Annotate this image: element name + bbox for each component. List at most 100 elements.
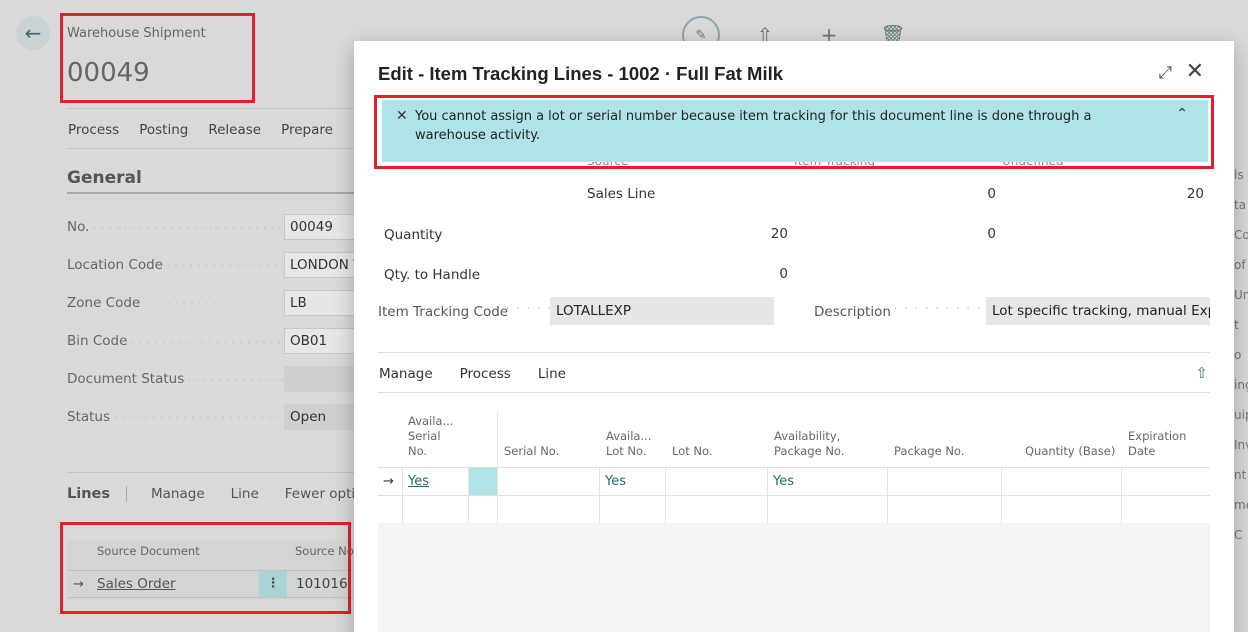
divider (67, 108, 357, 109)
factbox-text: Un (1234, 288, 1248, 302)
factbox-text: ta (1234, 198, 1247, 212)
field-document-status: Document Status (67, 365, 357, 393)
zone-code-field[interactable]: LB (284, 290, 357, 316)
menu-line[interactable]: Line (538, 366, 566, 382)
quantity-base-cell[interactable] (1002, 496, 1122, 523)
lines-menu-line[interactable]: Line (231, 486, 259, 502)
header-line: Serial (408, 429, 441, 443)
header-line: Package No. (774, 444, 845, 458)
header-line: Lot No. (606, 444, 647, 458)
expiration-date-cell[interactable] (1122, 468, 1210, 495)
column-header-quantity-base[interactable]: Quantity (Base) (1025, 444, 1115, 459)
serial-no-cell[interactable] (498, 496, 600, 523)
sales-line-undefined: 20 (1186, 186, 1204, 202)
factbox-text: ing (1234, 378, 1248, 392)
lines-menu-fewer-options[interactable]: Fewer optio (285, 486, 364, 502)
close-icon[interactable]: ✕ (1186, 59, 1204, 84)
column-header-expiration-date[interactable]: Expiration Date (1128, 429, 1186, 459)
share-icon[interactable]: ⇧ (1195, 364, 1208, 382)
column-header-serial-no[interactable]: Serial No. (504, 444, 559, 459)
field-status: Status Open (67, 403, 357, 431)
header-line: Availa... (606, 429, 652, 443)
expiration-date-cell[interactable] (1122, 496, 1210, 523)
section-underline (67, 192, 357, 194)
column-header-package-no[interactable]: Package No. (894, 444, 964, 459)
header-line: No. (408, 444, 428, 458)
package-no-cell[interactable] (888, 468, 1002, 495)
highlight-box-message (374, 95, 1214, 169)
factbox-text: t o (1234, 318, 1242, 362)
field-label: Location Code (67, 257, 284, 273)
column-header-availability-lot[interactable]: Availa... Lot No. (606, 429, 651, 459)
menu-manage[interactable]: Manage (379, 366, 433, 382)
divider (378, 352, 1210, 353)
qty-to-handle-source: 0 (779, 266, 788, 282)
expand-icon[interactable]: ⤢ (1158, 63, 1172, 83)
factbox-text: me C (1234, 498, 1248, 542)
field-location-code: Location Code LONDON V (67, 251, 357, 279)
back-button[interactable]: ← (16, 16, 50, 50)
row-menu-cell[interactable] (469, 468, 498, 495)
menu-process[interactable]: Process (460, 366, 511, 382)
availability-serial-link[interactable]: Yes (403, 468, 469, 495)
factbox-text: ls (1234, 168, 1244, 182)
no-field[interactable]: 00049 (284, 214, 357, 240)
quantity-source: 20 (770, 226, 788, 242)
table-row[interactable]: → Yes Yes Yes (378, 467, 1210, 495)
divider (378, 392, 1210, 393)
serial-no-cell[interactable] (498, 468, 600, 495)
description-label: Description (814, 304, 891, 320)
column-separator (497, 411, 498, 467)
lot-no-cell[interactable] (666, 468, 768, 495)
quantity-item-tracking: 0 (987, 226, 996, 242)
availability-package-cell (768, 496, 888, 523)
menu-release[interactable]: Release (208, 122, 261, 138)
field-zone-code: Zone Code LB (67, 289, 357, 317)
dot-leader: · · · · · (506, 304, 553, 315)
dialog-action-menu: Manage Process Line (379, 366, 566, 382)
row-selector[interactable] (378, 496, 403, 523)
bin-code-field[interactable]: OB01 (284, 328, 357, 354)
row-menu-cell[interactable] (469, 496, 498, 523)
column-header-availability-serial[interactable]: Availa... Serial No. (408, 414, 453, 459)
availability-lot-cell: Yes (600, 468, 666, 495)
field-label: Document Status (67, 371, 284, 387)
divider (67, 148, 357, 149)
menu-process[interactable]: Process (68, 122, 119, 138)
lot-no-cell[interactable] (666, 496, 768, 523)
column-header-availability-package[interactable]: Availability, Package No. (774, 429, 844, 459)
quantity-base-cell[interactable] (1002, 468, 1122, 495)
lines-menu-manage[interactable]: Manage (151, 486, 205, 502)
field-label: Status (67, 409, 284, 425)
item-tracking-code-field[interactable]: LOTALLEXP (550, 297, 774, 325)
column-header-lot-no[interactable]: Lot No. (672, 444, 713, 459)
location-code-field[interactable]: LONDON V (284, 252, 357, 278)
header-line: Availability, (774, 429, 841, 443)
field-label: Bin Code (67, 333, 284, 349)
factbox-edge: ls ta Co of Un t o ing uip Inv nt me C (1234, 160, 1248, 550)
grid-empty-area (378, 523, 1210, 632)
arrow-left-icon: ← (24, 21, 42, 45)
header-line: Date (1128, 444, 1156, 458)
description-field[interactable]: Lot specific tracking, manual Exp... (986, 297, 1210, 325)
table-row[interactable] (378, 495, 1210, 523)
availability-package-cell: Yes (768, 468, 888, 495)
menu-posting[interactable]: Posting (139, 122, 188, 138)
row-selector-arrow[interactable]: → (378, 468, 403, 495)
factbox-text: nt (1234, 468, 1247, 482)
item-tracking-code-label: Item Tracking Code (378, 304, 509, 320)
availability-serial-cell (403, 496, 469, 523)
document-status-value (284, 366, 357, 392)
availability-lot-cell (600, 496, 666, 523)
field-bin-code: Bin Code OB01 (67, 327, 357, 355)
qty-to-handle-label: Qty. to Handle (384, 267, 481, 283)
header-line: Availa... (408, 414, 454, 428)
lines-title[interactable]: Lines (67, 486, 127, 502)
package-no-cell[interactable] (888, 496, 1002, 523)
field-no: No. 00049 (67, 213, 357, 241)
menu-prepare[interactable]: Prepare (281, 122, 333, 138)
factbox-text: of (1234, 258, 1246, 272)
field-label: No. (67, 219, 284, 235)
item-tracking-dialog: Edit - Item Tracking Lines - 1002 · Full… (354, 41, 1234, 632)
section-title-general[interactable]: General (67, 168, 142, 188)
